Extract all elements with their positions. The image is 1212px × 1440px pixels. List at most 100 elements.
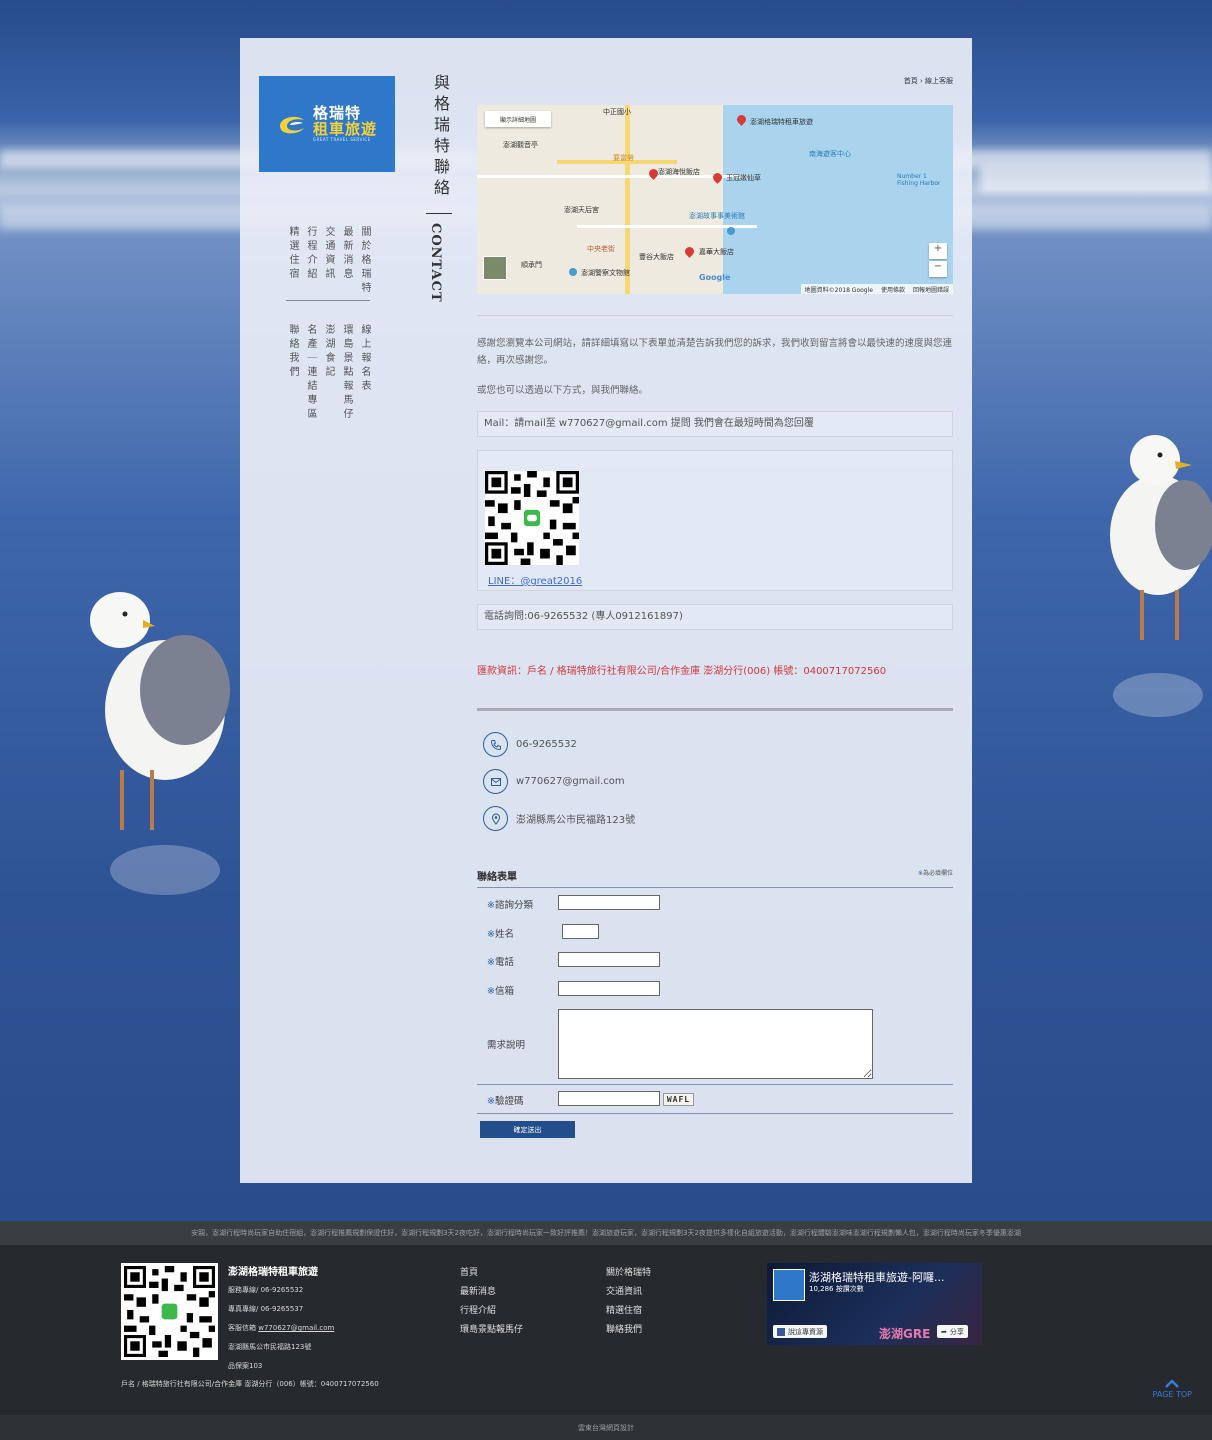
map-road (625, 105, 630, 294)
captcha-label-text: 驗證碼 (494, 1096, 524, 1107)
breadcrumb-current: 線上客服 (925, 77, 953, 85)
phone-info-box: 電話詢問:06-9265532 (專人0912161897) (477, 604, 953, 630)
map-label: 澎湖故事事美術館 (689, 212, 745, 220)
share-icon: ➦ (941, 1327, 947, 1336)
map-label: 中正國小 (603, 108, 631, 116)
sidebar-item-itinerary[interactable]: 行程介紹 (304, 226, 316, 296)
facebook-page-widget[interactable]: 澎湖格瑞特租車旅遊-阿囉... 10,286 按讚次數 說這專資源 澎湖GRE … (767, 1263, 982, 1345)
footer-service-line: 服務專線/ 06-9265532 (228, 1286, 304, 1294)
zoom-in-button[interactable]: + (929, 243, 947, 259)
map-detail-button[interactable]: 顯示詳細地圖 (485, 111, 551, 127)
required-mark: ※ (487, 957, 495, 968)
map-label: 澎湖警察文物館 (581, 269, 630, 277)
contact-phone[interactable]: 06-9265532 (516, 739, 577, 750)
map-label: 南海遊客中心 (809, 150, 851, 158)
submit-button[interactable]: 確定送出 (480, 1121, 575, 1138)
line-qr-code (485, 471, 579, 565)
footer-nav-lodging[interactable]: 精選住宿 (606, 1303, 642, 1316)
logo-english: GREAT TRAVEL SERVICE (312, 136, 371, 142)
chevron-up-icon (1165, 1379, 1180, 1388)
footer-email-link[interactable]: w770627@gmail.com (258, 1324, 334, 1332)
footer-qr-code (121, 1263, 218, 1360)
sidebar-item-transport[interactable]: 交通資訊 (322, 226, 334, 296)
map-poi-icon (569, 268, 577, 276)
sidebar-nav-primary: 關於格瑞特 最新消息 交通資訊 行程介紹 精選住宿 (286, 226, 370, 296)
contact-phone-row: 06-9265532 (483, 732, 577, 757)
breadcrumb-home[interactable]: 首頁 (904, 77, 918, 85)
sidebar-item-lodging[interactable]: 精選住宿 (286, 226, 298, 296)
fb-like-label: 說這專資源 (788, 1327, 823, 1336)
zoom-out-button[interactable]: − (929, 261, 947, 277)
bank-info: 匯款資訊：戶名 / 格瑞特旅行社有限公司/合作金庫 澎湖分行(006) 帳號：0… (477, 666, 887, 677)
bottom-credit: 雲東台灣網頁設計 (0, 1415, 1212, 1440)
section-divider (477, 315, 953, 316)
footer-email-row: 客服信箱 w770627@gmail.com (228, 1323, 334, 1333)
page-subtitle: CONTACT (428, 223, 443, 303)
contact-email[interactable]: w770627@gmail.com (516, 776, 625, 787)
location-pin-icon (483, 806, 508, 831)
footer-nav-about[interactable]: 關於格瑞特 (606, 1265, 651, 1278)
required-mark: ※ (487, 986, 495, 997)
breadcrumb-separator: › (917, 77, 925, 85)
footer-nav-transport[interactable]: 交通資訊 (606, 1284, 642, 1297)
sidebar-item-about[interactable]: 關於格瑞特 (358, 226, 370, 296)
sidebar-item-news[interactable]: 最新消息 (340, 226, 352, 296)
logo-subtitle: 租車旅遊 (312, 119, 377, 138)
footer-nav-spots[interactable]: 環島景點報馬仔 (460, 1322, 523, 1335)
required-note-text: 為必填欄位 (922, 870, 953, 877)
google-logo: Google (699, 273, 731, 282)
captcha-label: ※驗證碼 (487, 1093, 523, 1107)
email-icon (483, 769, 508, 794)
footer-address: 澎湖縣馬公市民福路123號 (228, 1343, 312, 1351)
footer-nav-home[interactable]: 首頁 (460, 1265, 478, 1278)
page-title: 與格瑞特聯絡 (431, 74, 450, 200)
fb-cover-text: 澎湖GRE (879, 1327, 931, 1341)
map-label: 嘉華大飯店 (699, 248, 734, 256)
map-pin-icon[interactable] (683, 245, 696, 258)
required-mark: ※ (487, 929, 495, 940)
map-satellite-toggle[interactable] (483, 256, 507, 280)
name-input[interactable] (562, 924, 599, 939)
footer-nav-itinerary[interactable]: 行程介紹 (460, 1303, 496, 1316)
fb-page-title[interactable]: 澎湖格瑞特租車旅遊-阿囉... (809, 1269, 944, 1285)
map-poi-icon (727, 227, 735, 235)
footer-bank: 戶名 / 格瑞特旅行社有限公司/合作金庫 澎湖分行（006）帳號：0400717… (121, 1380, 379, 1388)
contact-address-row: 澎湖縣馬公市民福路123號 (483, 806, 635, 831)
sidebar-item-contact[interactable]: 聯絡我們 (286, 324, 298, 422)
title-divider (426, 213, 452, 214)
google-map[interactable]: 顯示詳細地圖 中正國小 澎湖觀音亭 澎湖格瑞特租車旅遊 南海遊客中心 澎湖海悅飯… (477, 105, 953, 294)
fb-share-button[interactable]: ➦ 分享 (937, 1325, 968, 1338)
page-top-button[interactable]: PAGE TOP (1153, 1378, 1192, 1399)
phone-label-text: 電話 (494, 957, 514, 968)
contact-address: 澎湖縣馬公市民福路123號 (516, 815, 636, 826)
wave-stripe (980, 165, 1212, 193)
map-data-credit: 地圖資料©2018 Google (804, 286, 873, 294)
map-label: 澎湖海悅飯店 (658, 168, 700, 176)
description-textarea[interactable] (558, 1009, 873, 1079)
mail-info-box: Mail：請mail至 w770627@gmail.com 提問 我們會在最短時… (477, 411, 953, 437)
fb-like-button[interactable]: 說這專資源 (773, 1325, 827, 1338)
page-top-label: PAGE TOP (1152, 1390, 1192, 1399)
captcha-image[interactable]: WAFL (663, 1093, 694, 1106)
seagull-image-left (90, 592, 230, 895)
sidebar-item-products[interactable]: 名產｜連結專區 (304, 324, 316, 422)
sidebar-item-spots[interactable]: 環島景點報馬仔 (340, 324, 352, 422)
map-label: 中央老街 (587, 245, 615, 253)
form-divider (477, 1113, 953, 1114)
sidebar-item-signup[interactable]: 線上報名表 (358, 324, 370, 422)
site-logo[interactable]: 格瑞特 租車旅遊 GREAT TRAVEL SERVICE (259, 76, 395, 172)
sidebar-item-food[interactable]: 澎湖食記 (322, 324, 334, 422)
phone-input[interactable] (558, 952, 660, 967)
footer-email-label: 客服信箱 (228, 1324, 259, 1332)
map-pin-icon[interactable] (711, 171, 724, 184)
footer-fax-line: 專真專線/ 06-9265537 (228, 1305, 304, 1313)
captcha-input[interactable] (558, 1091, 660, 1106)
line-id-link[interactable]: LINE：@great2016 (488, 572, 582, 587)
map-report-link[interactable]: 回報地圖錯誤 (913, 285, 949, 294)
map-terms-link[interactable]: 使用條款 (881, 285, 905, 294)
footer-nav-news[interactable]: 最新消息 (460, 1284, 496, 1297)
map-label: Number 1 Fishing Harbor (897, 173, 941, 187)
email-input[interactable] (558, 981, 660, 996)
footer-nav-contact[interactable]: 聯絡我們 (606, 1322, 642, 1335)
category-input[interactable] (558, 895, 660, 910)
